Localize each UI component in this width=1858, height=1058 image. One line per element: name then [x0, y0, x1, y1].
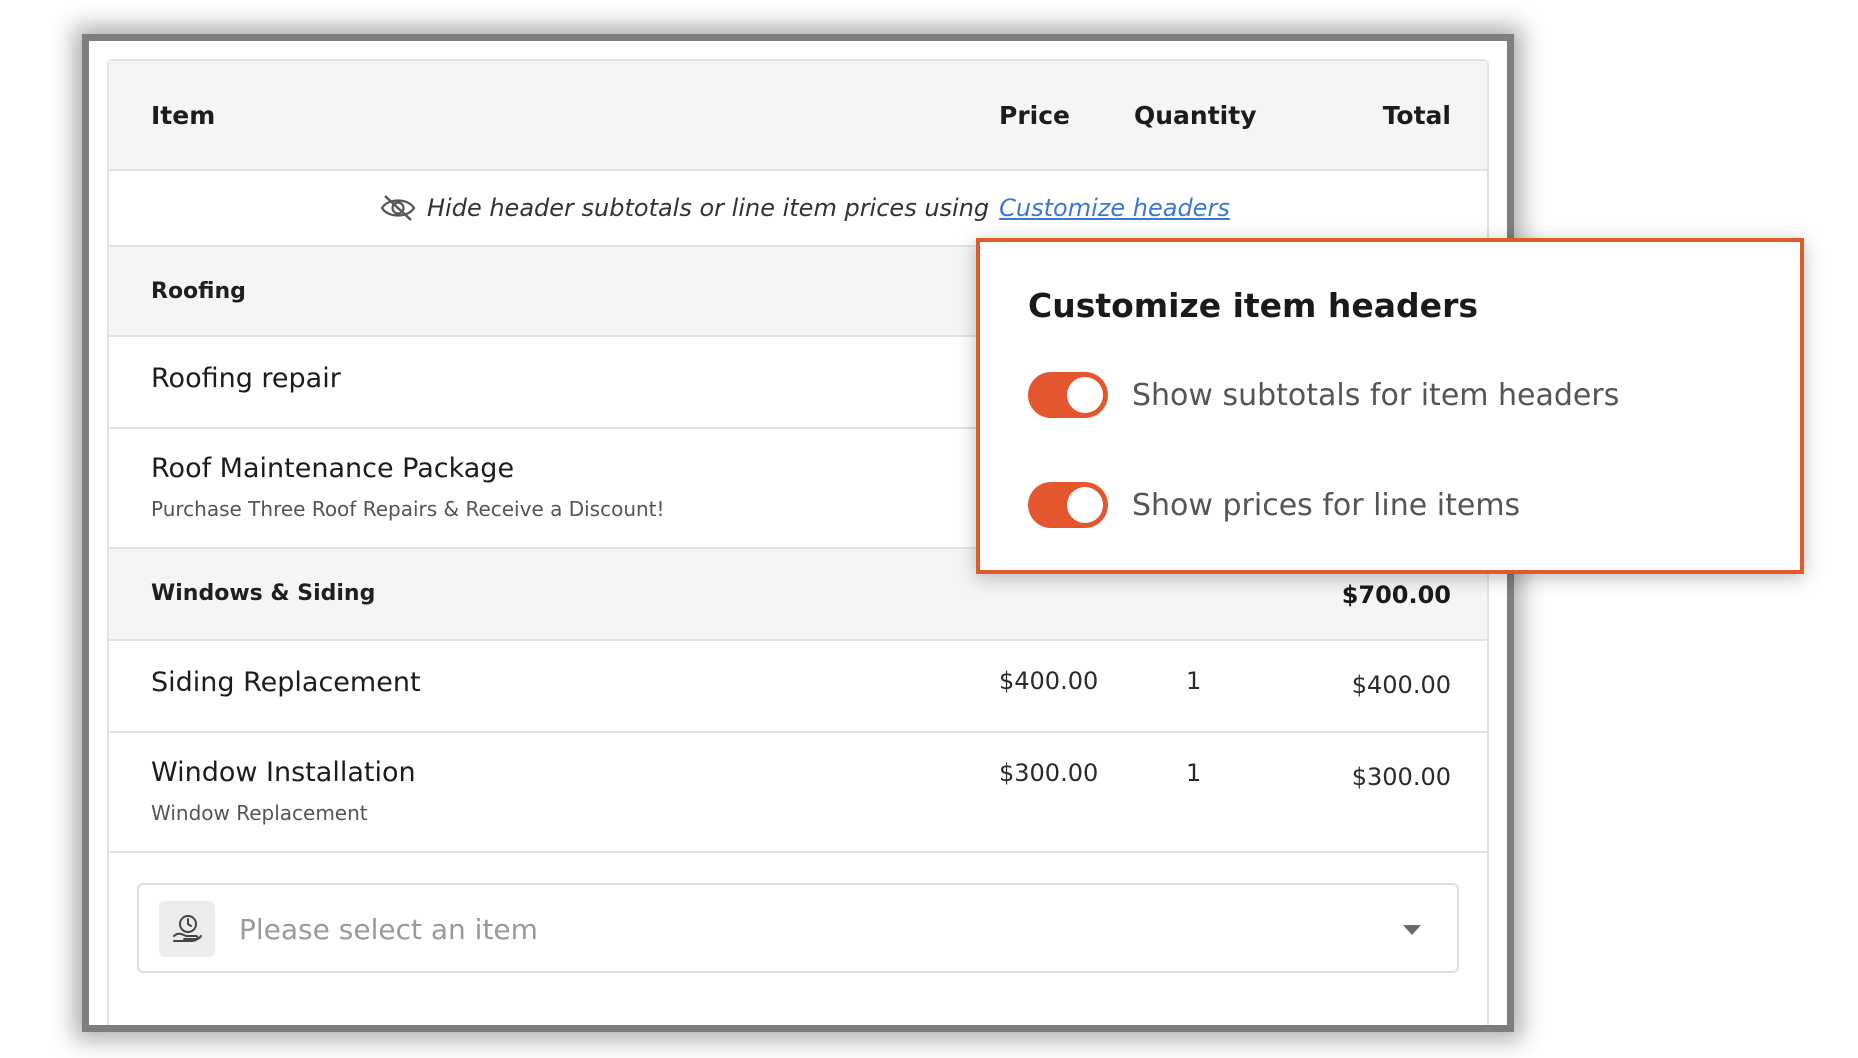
- item-quantity: 1: [1186, 667, 1202, 695]
- item-description: Window Replacement: [151, 801, 368, 825]
- popover-title: Customize item headers: [1028, 286, 1478, 325]
- show-subtotals-toggle[interactable]: [1028, 372, 1108, 418]
- item-price: $400.00: [999, 667, 1099, 695]
- customize-hint: Hide header subtotals or line item price…: [379, 193, 1230, 223]
- item-name: Roof Maintenance Package: [151, 453, 515, 484]
- item-name: Roofing repair: [151, 363, 341, 394]
- column-header-quantity: Quantity: [1134, 101, 1257, 130]
- customize-hint-row: Hide header subtotals or line item price…: [109, 171, 1487, 247]
- toggle-knob: [1067, 377, 1103, 413]
- group-subtotal: $700.00: [1341, 581, 1451, 609]
- chevron-down-icon[interactable]: [1403, 925, 1421, 935]
- item-select-dropdown[interactable]: Please select an item: [137, 883, 1459, 973]
- hint-text: Hide header subtotals or line item price…: [427, 194, 990, 222]
- item-description: Purchase Three Roof Repairs & Receive a …: [151, 497, 665, 521]
- group-label: Windows & Siding: [151, 581, 376, 606]
- line-item-window-installation[interactable]: Window Installation Window Replacement $…: [109, 733, 1487, 853]
- select-placeholder: Please select an item: [239, 913, 538, 946]
- item-catalog-icon: [159, 901, 215, 957]
- column-header-item: Item: [151, 101, 216, 130]
- item-name: Window Installation: [151, 757, 416, 788]
- toggle-row-prices: Show prices for line items: [1028, 482, 1520, 528]
- toggle-label: Show subtotals for item headers: [1132, 377, 1620, 413]
- toggle-knob: [1067, 487, 1103, 523]
- toggle-row-subtotals: Show subtotals for item headers: [1028, 372, 1619, 418]
- customize-headers-popover: Customize item headers Show subtotals fo…: [976, 238, 1804, 574]
- eye-slash-icon: [380, 195, 416, 221]
- line-item-siding-replacement[interactable]: Siding Replacement $400.00 1 $400.00: [109, 641, 1487, 733]
- item-name: Siding Replacement: [151, 667, 421, 698]
- show-prices-toggle[interactable]: [1028, 482, 1108, 528]
- table-header: Item Price Quantity Total: [109, 61, 1487, 171]
- item-price: $300.00: [999, 759, 1099, 787]
- toggle-label: Show prices for line items: [1132, 487, 1521, 523]
- column-header-price: Price: [999, 101, 1070, 130]
- item-total: $300.00: [1351, 763, 1451, 791]
- customize-headers-link[interactable]: Customize headers: [999, 194, 1230, 222]
- column-header-total: Total: [1382, 101, 1451, 130]
- group-label: Roofing: [151, 279, 246, 304]
- item-total: $400.00: [1351, 671, 1451, 699]
- item-quantity: 1: [1186, 759, 1202, 787]
